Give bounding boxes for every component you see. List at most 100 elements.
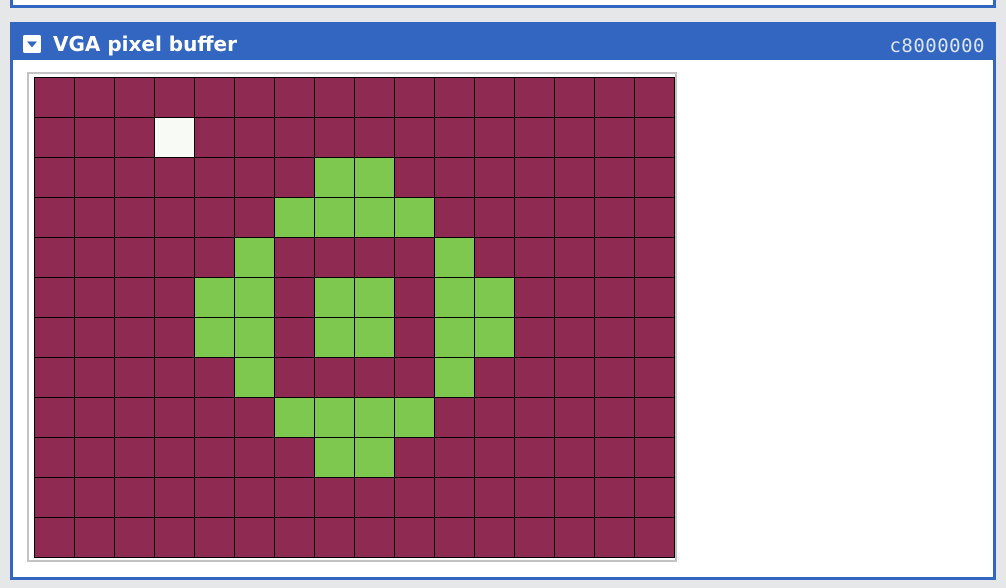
pixel [275,78,314,117]
pixel [75,78,114,117]
pixel [635,198,674,237]
pixel [115,78,154,117]
pixel [115,398,154,437]
pixel [635,318,674,357]
pixel [35,158,74,197]
pixel [235,518,274,557]
pixel [555,158,594,197]
pixel [115,358,154,397]
pixel [435,518,474,557]
pixel [555,118,594,157]
pixel [475,358,514,397]
pixel [595,278,634,317]
pixel [75,358,114,397]
pixel [275,318,314,357]
pixel [155,78,194,117]
pixel [195,278,234,317]
pixel [195,518,234,557]
pixel [315,438,354,477]
pixel [315,238,354,277]
pixel [435,78,474,117]
pixel [515,78,554,117]
pixel [555,318,594,357]
pixel [195,358,234,397]
pixel [515,478,554,517]
pixel [115,158,154,197]
pixel [235,438,274,477]
pixel [355,398,394,437]
pixel [435,318,474,357]
pixel [555,358,594,397]
pixel [35,198,74,237]
pixel [155,438,194,477]
pixel [195,318,234,357]
pixel [475,118,514,157]
panel-header[interactable]: VGA pixel buffer c8000000 [13,25,993,60]
pixel [595,398,634,437]
pixel [115,318,154,357]
collapse-button[interactable] [23,35,41,53]
pixel [235,278,274,317]
pixel [355,118,394,157]
pixel [155,518,194,557]
pixel [315,198,354,237]
pixel [35,518,74,557]
pixel [195,118,234,157]
vga-pixel-grid [34,77,675,558]
pixel [235,78,274,117]
pixel [515,198,554,237]
pixel [275,398,314,437]
pixel [635,398,674,437]
pixel [475,278,514,317]
pixel [75,118,114,157]
pixel [315,78,354,117]
pixel [235,238,274,277]
pixel [115,478,154,517]
pixel [395,278,434,317]
pixel [555,478,594,517]
pixel [75,238,114,277]
pixel [515,518,554,557]
pixel [315,158,354,197]
pixel [275,238,314,277]
pixel [195,398,234,437]
pixel [475,158,514,197]
pixel [555,238,594,277]
pixel [595,358,634,397]
pixel [355,478,394,517]
pixel [75,518,114,557]
pixel [635,478,674,517]
pixel [555,398,594,437]
pixel [395,118,434,157]
pixel [515,318,554,357]
pixel [515,158,554,197]
pixel [355,358,394,397]
pixel [75,438,114,477]
pixel [515,238,554,277]
pixel [235,118,274,157]
pixel [315,358,354,397]
pixel [355,198,394,237]
pixel [635,158,674,197]
pixel [475,518,514,557]
pixel [435,198,474,237]
pixel [75,318,114,357]
pixel [35,358,74,397]
pixel [355,238,394,277]
pixel [195,238,234,277]
pixel [555,518,594,557]
pixel [355,158,394,197]
pixel [355,438,394,477]
pixel [595,318,634,357]
pixel [555,278,594,317]
pixel [235,198,274,237]
pixel [595,118,634,157]
pixel [235,318,274,357]
pixel [435,158,474,197]
pixel [555,78,594,117]
pixel [275,198,314,237]
pixel [35,78,74,117]
pixel [35,478,74,517]
pixel [315,318,354,357]
pixel [395,318,434,357]
